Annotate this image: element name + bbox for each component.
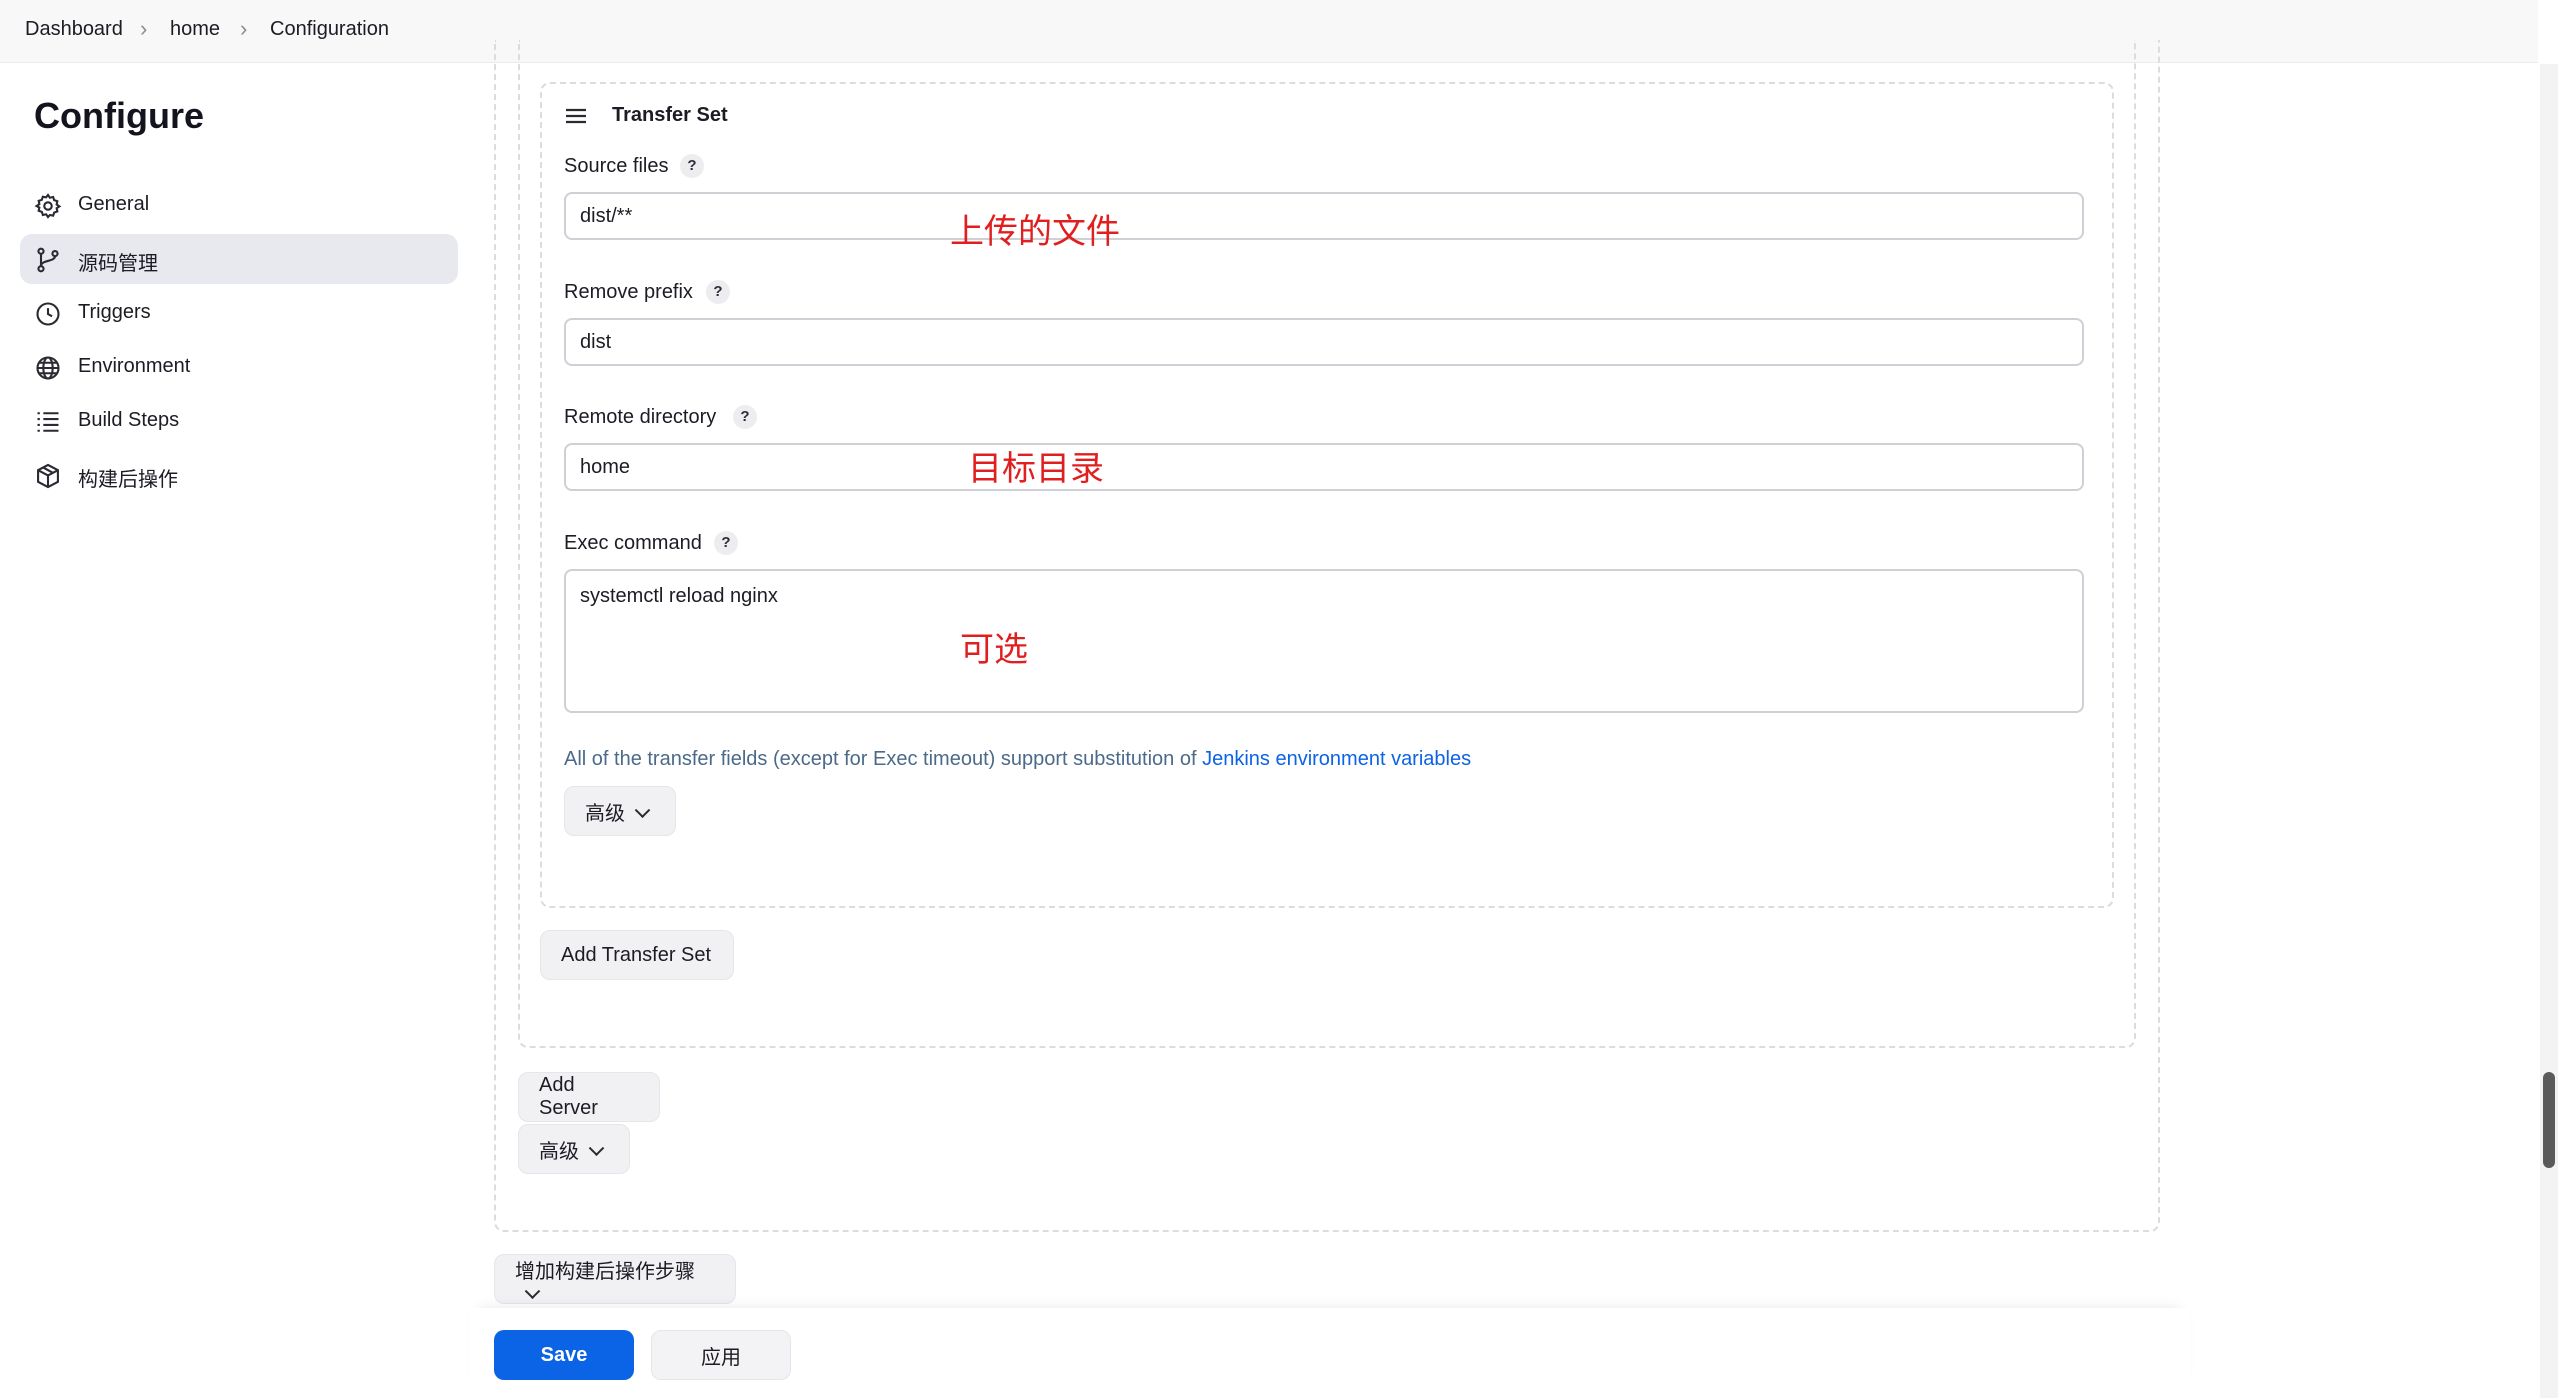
chevron-down-icon <box>524 1283 541 1300</box>
sidebar-item-post-build[interactable]: 构建后操作 <box>20 450 458 500</box>
sidebar-item-label: Build Steps <box>78 409 180 431</box>
help-icon[interactable]: ? <box>680 154 704 178</box>
clock-icon <box>36 302 60 326</box>
list-icon <box>37 412 59 432</box>
sidebar-item-build-steps[interactable]: Build Steps <box>20 396 458 446</box>
sidebar-item-triggers[interactable]: Triggers <box>20 288 458 338</box>
globe-icon <box>36 356 60 380</box>
transfer-advanced-label: 高级 <box>585 802 625 825</box>
chevron-right-icon: › <box>140 16 148 41</box>
transfer-advanced-button[interactable]: 高级 <box>564 786 676 836</box>
help-icon[interactable]: ? <box>706 280 730 304</box>
sidebar-item-label: General <box>78 193 150 215</box>
sidebar-item-source-control[interactable]: 源码管理 <box>20 234 458 284</box>
gear-icon <box>34 193 62 219</box>
sidebar-item-label: Environment <box>78 355 191 377</box>
branch-icon <box>37 247 59 273</box>
jenkins-env-vars-link[interactable]: Jenkins environment variables <box>1202 748 1471 770</box>
sidebar-item-label: Triggers <box>78 301 151 323</box>
remove-prefix-label: Remove prefix <box>564 281 693 303</box>
package-icon <box>37 463 59 489</box>
add-post-build-step-button[interactable]: 增加构建后操作步骤 <box>494 1254 736 1304</box>
breadcrumb-home[interactable]: home <box>170 18 220 41</box>
scrollbar-thumb[interactable] <box>2543 1072 2555 1168</box>
sidebar-item-general[interactable]: General <box>20 180 458 230</box>
page-title: Configure <box>34 95 204 136</box>
add-server-button[interactable]: Add Server <box>518 1072 660 1122</box>
breadcrumb-dashboard[interactable]: Dashboard <box>25 18 123 41</box>
remote-directory-input[interactable] <box>564 443 2084 491</box>
chevron-down-icon <box>588 1139 605 1156</box>
server-advanced-button[interactable]: 高级 <box>518 1124 630 1174</box>
save-button[interactable]: Save <box>494 1330 634 1380</box>
exec-command-label: Exec command <box>564 532 702 554</box>
apply-button[interactable]: 应用 <box>651 1330 791 1380</box>
scrollbar-track[interactable] <box>2540 64 2558 1398</box>
transfer-set-title: Transfer Set <box>612 104 728 126</box>
server-advanced-label: 高级 <box>539 1140 579 1163</box>
annotation-remote-directory: 目标目录 <box>968 450 1104 488</box>
help-icon[interactable]: ? <box>733 405 757 429</box>
drag-handle-icon[interactable] <box>564 106 588 126</box>
sidebar-item-label: 构建后操作 <box>78 469 178 491</box>
remote-directory-label: Remote directory <box>564 406 717 428</box>
add-transfer-set-button[interactable]: Add Transfer Set <box>540 930 734 980</box>
substitution-note-text: All of the transfer fields (except for E… <box>564 748 1203 770</box>
chevron-down-icon <box>634 801 651 818</box>
exec-command-textarea[interactable]: systemctl reload nginx <box>564 569 2084 713</box>
help-icon[interactable]: ? <box>714 531 738 555</box>
add-post-build-step-label: 增加构建后操作步骤 <box>515 1261 695 1283</box>
source-files-input[interactable] <box>564 192 2084 240</box>
sidebar-item-label: 源码管理 <box>78 253 158 275</box>
sidebar-item-environment[interactable]: Environment <box>20 342 458 392</box>
source-files-label: Source files <box>564 155 669 177</box>
breadcrumb-configuration[interactable]: Configuration <box>270 18 389 41</box>
annotation-exec-command: 可选 <box>960 631 1028 669</box>
chevron-right-icon: › <box>240 16 248 41</box>
remove-prefix-input[interactable] <box>564 318 2084 366</box>
annotation-source-files: 上传的文件 <box>950 213 1120 251</box>
substitution-note: All of the transfer fields (except for E… <box>564 748 1471 771</box>
